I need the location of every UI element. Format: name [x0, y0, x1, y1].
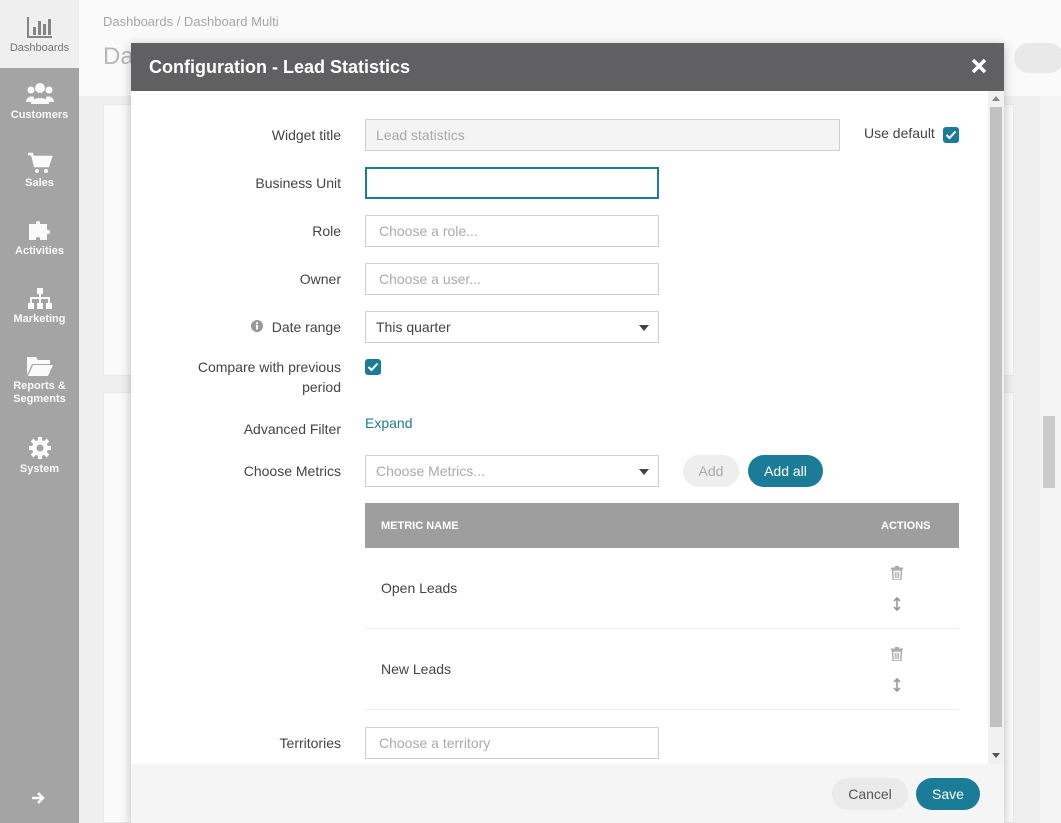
column-header-actions: ACTIONS	[881, 520, 931, 532]
compare-label: Compare with previous period	[197, 359, 341, 395]
compare-checkbox[interactable]	[365, 359, 381, 375]
chevron-down-icon	[639, 469, 649, 475]
column-header-metric-name: METRIC NAME	[381, 520, 459, 532]
dialog-scrollbar[interactable]	[988, 91, 1004, 764]
add-all-button[interactable]: Add all	[748, 455, 823, 487]
scrollbar-thumb[interactable]	[990, 107, 1002, 727]
owner-label: Owner	[299, 271, 341, 287]
territories-input[interactable]: Choose a territory	[365, 727, 659, 759]
date-range-label: Date range	[271, 319, 341, 335]
metrics-table: METRIC NAME ACTIONS Open Leads New Leads	[365, 503, 959, 710]
business-unit-input[interactable]	[365, 167, 659, 199]
check-icon	[367, 362, 379, 372]
choose-metrics-select[interactable]: Choose Metrics...	[365, 455, 659, 487]
cancel-button[interactable]: Cancel	[832, 778, 908, 810]
dialog-title: Configuration - Lead Statistics	[149, 57, 411, 77]
scroll-up-icon[interactable]	[992, 96, 1000, 101]
widget-title-label: Widget title	[271, 127, 341, 143]
business-unit-label: Business Unit	[255, 175, 341, 191]
choose-metrics-placeholder: Choose Metrics...	[376, 463, 485, 479]
table-header: METRIC NAME ACTIONS	[365, 503, 959, 548]
close-icon[interactable]	[970, 57, 988, 75]
sort-handle-icon[interactable]	[893, 678, 901, 692]
check-icon	[945, 130, 957, 140]
save-button[interactable]: Save	[916, 778, 980, 810]
configuration-dialog: Configuration - Lead Statistics Widget t…	[131, 43, 1004, 823]
use-default-checkbox[interactable]	[943, 127, 959, 143]
trash-icon[interactable]	[891, 566, 903, 580]
metric-name: New Leads	[381, 661, 452, 677]
table-row: Open Leads	[365, 548, 959, 629]
use-default-label: Use default	[864, 125, 935, 141]
table-row: New Leads	[365, 629, 959, 710]
owner-input[interactable]: Choose a user...	[365, 263, 659, 295]
date-range-value: This quarter	[376, 319, 451, 335]
trash-icon[interactable]	[891, 647, 903, 661]
metric-name: Open Leads	[381, 580, 458, 596]
role-label: Role	[312, 223, 341, 239]
add-button[interactable]: Add	[683, 455, 739, 487]
dialog-body: Widget title Lead statistics Use default…	[131, 91, 1004, 764]
date-range-select[interactable]: This quarter	[365, 311, 659, 343]
choose-metrics-label: Choose Metrics	[243, 463, 341, 479]
dialog-header: Configuration - Lead Statistics	[131, 43, 1004, 91]
scroll-down-icon[interactable]	[992, 753, 1000, 758]
territories-label: Territories	[279, 735, 341, 751]
expand-link[interactable]: Expand	[365, 415, 412, 431]
role-input[interactable]: Choose a role...	[365, 215, 659, 247]
sort-handle-icon[interactable]	[893, 597, 901, 611]
dialog-footer: Cancel Save	[131, 764, 1004, 823]
advanced-filter-label: Advanced Filter	[243, 421, 341, 437]
widget-title-input[interactable]: Lead statistics	[365, 119, 840, 151]
chevron-down-icon	[639, 325, 649, 331]
